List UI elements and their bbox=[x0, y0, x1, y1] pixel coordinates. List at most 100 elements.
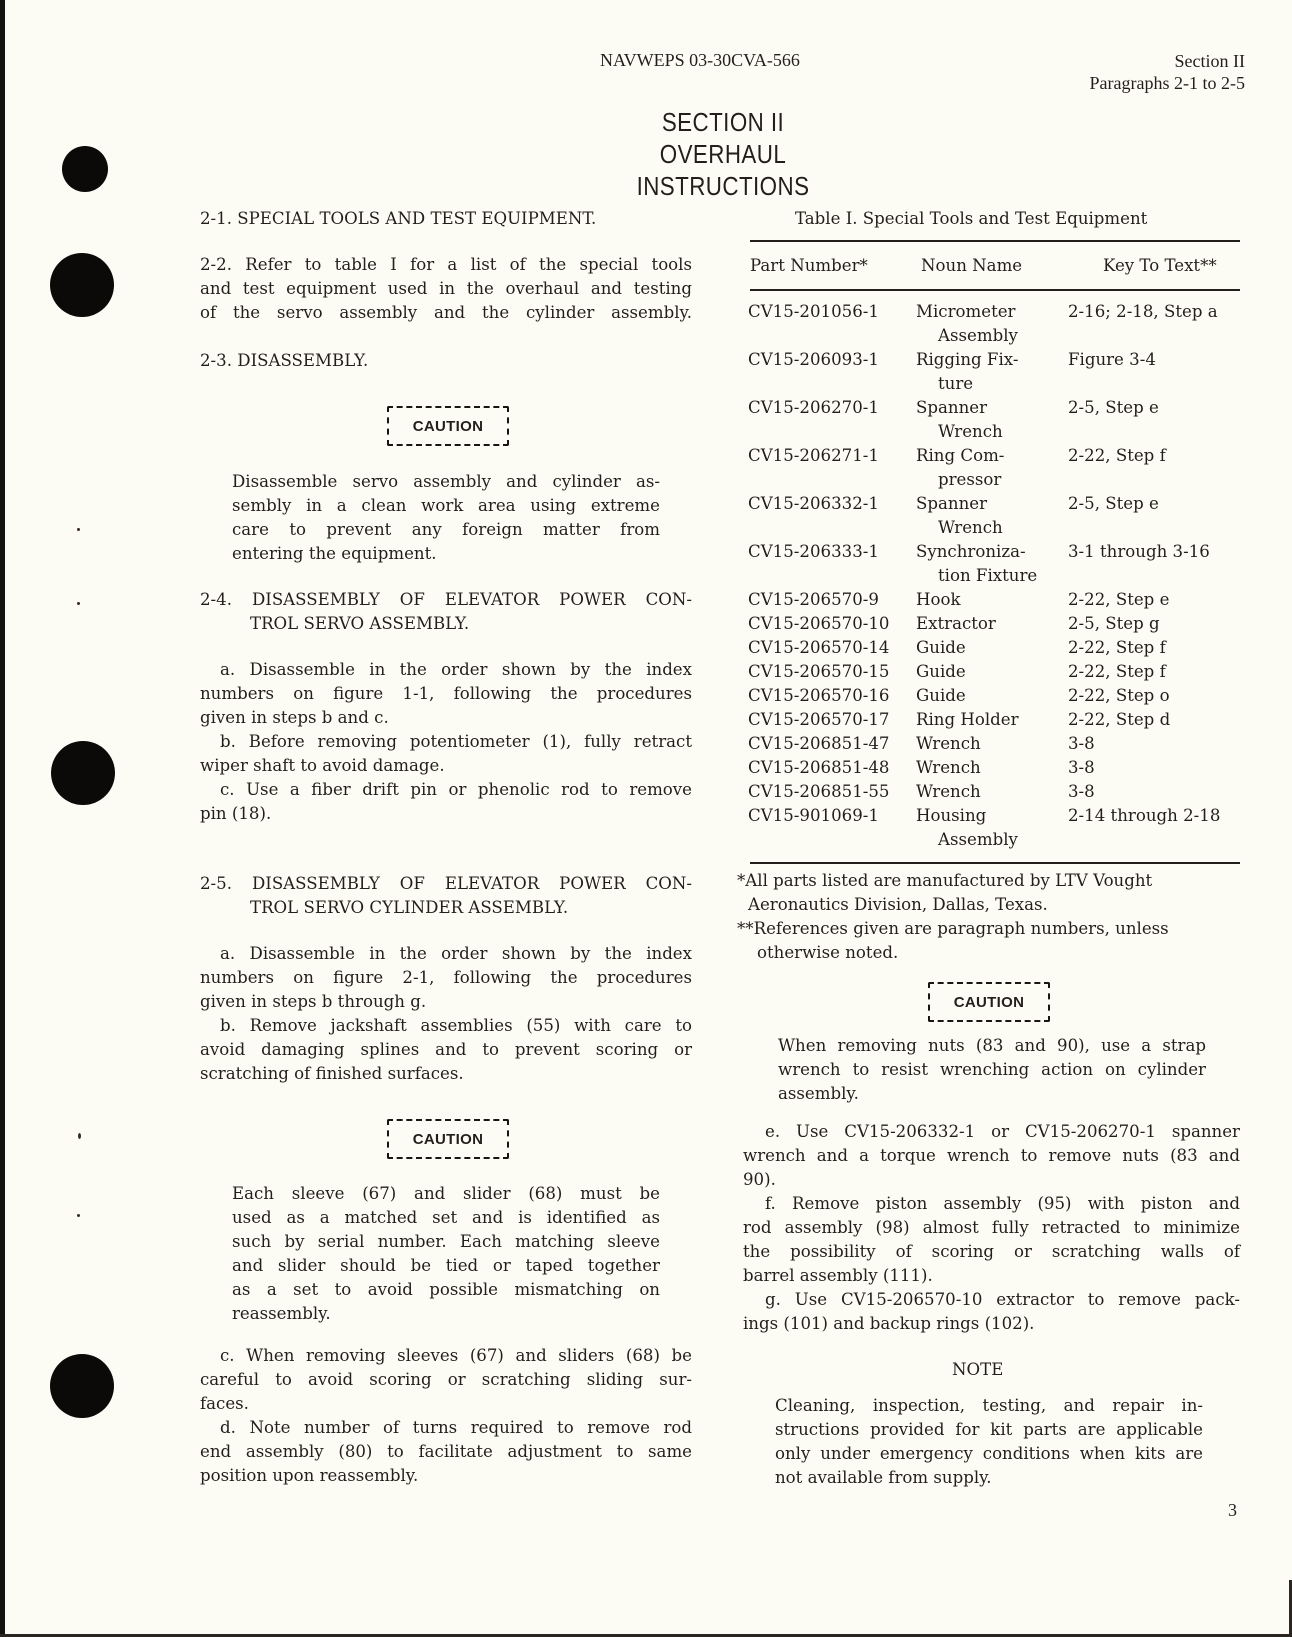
text-line: 2-2. Refer to table I for a list of the … bbox=[200, 255, 692, 274]
key-to-text-cell: 2-5, Step g bbox=[1068, 614, 1160, 633]
text-line: pin (18). bbox=[200, 804, 272, 823]
text-line: end assembly (80) to facilitate adjustme… bbox=[200, 1442, 692, 1461]
noun-name-cell: Wrench bbox=[916, 734, 981, 753]
text-line: care to prevent any foreign matter from bbox=[232, 520, 660, 539]
text-line: numbers on figure 2-1, following the pro… bbox=[200, 968, 692, 987]
text-line: a. Disassemble in the order shown by the… bbox=[220, 944, 692, 963]
text-line: d. Note number of turns required to remo… bbox=[220, 1418, 692, 1437]
footnote-line: *All parts listed are manufactured by LT… bbox=[737, 871, 1153, 890]
table-header-noun-name: Noun Name bbox=[921, 256, 1023, 275]
noun-name-cell: Wrench bbox=[938, 518, 1003, 537]
noun-name-cell: Housing bbox=[916, 806, 987, 825]
text-line: Disassemble servo assembly and cylinder … bbox=[232, 472, 660, 491]
noun-name-cell: Synchroniza- bbox=[916, 542, 1026, 561]
table-caption: Table I. Special Tools and Test Equipmen… bbox=[795, 209, 1148, 228]
paragraph-heading-2-3: 2-3. DISASSEMBLY. bbox=[200, 351, 369, 370]
text-line: faces. bbox=[200, 1394, 249, 1413]
noun-name-cell: Spanner bbox=[916, 494, 988, 513]
noun-name-cell: Wrench bbox=[938, 422, 1003, 441]
text-line: careful to avoid scoring or scratching s… bbox=[200, 1370, 692, 1389]
table-header-part-number: Part Number* bbox=[750, 256, 868, 275]
text-line: only under emergency conditions when kit… bbox=[775, 1444, 1203, 1463]
paragraph-heading-2-1: 2-1. SPECIAL TOOLS AND TEST EQUIPMENT. bbox=[200, 209, 597, 228]
speck bbox=[78, 1133, 81, 1139]
text-line: scratching of finished surfaces. bbox=[200, 1064, 464, 1083]
section-title-line1: SECTION II bbox=[661, 107, 785, 137]
key-to-text-cell: 3-8 bbox=[1068, 782, 1095, 801]
table-header-rule bbox=[750, 289, 1240, 291]
text-line: e. Use CV15-206332-1 or CV15-206270-1 sp… bbox=[765, 1122, 1240, 1141]
text-line: 90). bbox=[743, 1170, 776, 1189]
key-to-text-cell: 2-16; 2-18, Step a bbox=[1068, 302, 1218, 321]
noun-name-cell: Micrometer bbox=[916, 302, 1016, 321]
noun-name-cell: Assembly bbox=[938, 326, 1018, 345]
text-line: 2-4. DISASSEMBLY OF ELEVATOR POWER CON- bbox=[200, 590, 692, 609]
noun-name-cell: ture bbox=[938, 374, 974, 393]
text-line: given in steps b and c. bbox=[200, 708, 389, 727]
part-number-cell: CV15-206271-1 bbox=[748, 446, 879, 465]
text-line: 2-5. DISASSEMBLY OF ELEVATOR POWER CON- bbox=[200, 874, 692, 893]
part-number-cell: CV15-206851-47 bbox=[748, 734, 890, 753]
text-line: ings (101) and backup rings (102). bbox=[743, 1314, 1035, 1333]
part-number-cell: CV15-206570-17 bbox=[748, 710, 890, 729]
key-to-text-cell: 2-22, Step o bbox=[1068, 686, 1170, 705]
noun-name-cell: tion Fixture bbox=[938, 566, 1038, 585]
noun-name-cell: Ring Holder bbox=[916, 710, 1019, 729]
noun-name-cell: Guide bbox=[916, 662, 966, 681]
text-line: wrench and a torque wrench to remove nut… bbox=[743, 1146, 1240, 1165]
part-number-cell: CV15-206570-16 bbox=[748, 686, 890, 705]
text-line: entering the equipment. bbox=[232, 544, 437, 563]
part-number-cell: CV15-206570-14 bbox=[748, 638, 890, 657]
key-to-text-cell: 2-22, Step f bbox=[1068, 446, 1166, 465]
page-number: 3 bbox=[1228, 1500, 1237, 1520]
section-title-line2: OVERHAUL INSTRUCTIONS bbox=[636, 139, 810, 201]
text-line: TROL SERVO ASSEMBLY. bbox=[250, 614, 470, 633]
section-reference: Section II Paragraphs 2-1 to 2-5 bbox=[1090, 50, 1245, 94]
caution-label: CAUTION bbox=[387, 1119, 509, 1159]
key-to-text-cell: 3-1 through 3-16 bbox=[1068, 542, 1210, 561]
speck bbox=[77, 528, 80, 531]
noun-name-cell: Rigging Fix- bbox=[916, 350, 1019, 369]
text-line: as a set to avoid possible mismatching o… bbox=[232, 1280, 660, 1299]
speck bbox=[77, 1214, 80, 1217]
noun-name-cell: Assembly bbox=[938, 830, 1018, 849]
text-line: c. When removing sleeves (67) and slider… bbox=[220, 1346, 692, 1365]
key-to-text-cell: 2-22, Step e bbox=[1068, 590, 1170, 609]
text-line: the possibility of scoring or scratching… bbox=[743, 1242, 1240, 1261]
key-to-text-cell: 2-22, Step f bbox=[1068, 638, 1166, 657]
key-to-text-cell: 3-8 bbox=[1068, 734, 1095, 753]
speck bbox=[77, 602, 80, 605]
binder-hole bbox=[51, 741, 115, 805]
paragraph-range: Paragraphs 2-1 to 2-5 bbox=[1089, 73, 1245, 93]
text-line: barrel assembly (111). bbox=[743, 1266, 933, 1285]
noun-name-cell: Wrench bbox=[916, 782, 981, 801]
text-line: such by serial number. Each matching sle… bbox=[232, 1232, 660, 1251]
part-number-cell: CV15-206093-1 bbox=[748, 350, 879, 369]
text-line: f. Remove piston assembly (95) with pist… bbox=[765, 1194, 1240, 1213]
table-top-rule bbox=[750, 240, 1240, 242]
text-line: assembly. bbox=[778, 1084, 859, 1103]
text-line: rod assembly (98) almost fully retracted… bbox=[743, 1218, 1240, 1237]
text-line: a. Disassemble in the order shown by the… bbox=[220, 660, 692, 679]
document-number: NAVWEPS 03-30CVA-566 bbox=[600, 50, 800, 70]
table-header-key-to-text: Key To Text** bbox=[1103, 256, 1217, 275]
section-title: SECTION II OVERHAUL INSTRUCTIONS bbox=[574, 106, 872, 202]
text-line: wrench to resist wrenching action on cyl… bbox=[778, 1060, 1206, 1079]
part-number-cell: CV15-206851-55 bbox=[748, 782, 890, 801]
part-number-cell: CV15-206570-10 bbox=[748, 614, 890, 633]
noun-name-cell: Ring Com- bbox=[916, 446, 1005, 465]
text-line: Cleaning, inspection, testing, and repai… bbox=[775, 1396, 1203, 1415]
text-line: c. Use a fiber drift pin or phenolic rod… bbox=[220, 780, 692, 799]
part-number-cell: CV15-206332-1 bbox=[748, 494, 879, 513]
footnote-line: **References given are paragraph numbers… bbox=[737, 919, 1169, 938]
key-to-text-cell: 2-22, Step d bbox=[1068, 710, 1171, 729]
text-line: TROL SERVO CYLINDER ASSEMBLY. bbox=[250, 898, 569, 917]
binder-hole bbox=[50, 1354, 114, 1418]
noun-name-cell: pressor bbox=[938, 470, 1002, 489]
table-bottom-rule bbox=[750, 862, 1240, 864]
text-line: given in steps b through g. bbox=[200, 992, 427, 1011]
text-line: b. Before removing potentiometer (1), fu… bbox=[220, 732, 692, 751]
text-line: avoid damaging splines and to prevent sc… bbox=[200, 1040, 692, 1059]
part-number-cell: CV15-206270-1 bbox=[748, 398, 879, 417]
binder-hole bbox=[50, 253, 114, 317]
